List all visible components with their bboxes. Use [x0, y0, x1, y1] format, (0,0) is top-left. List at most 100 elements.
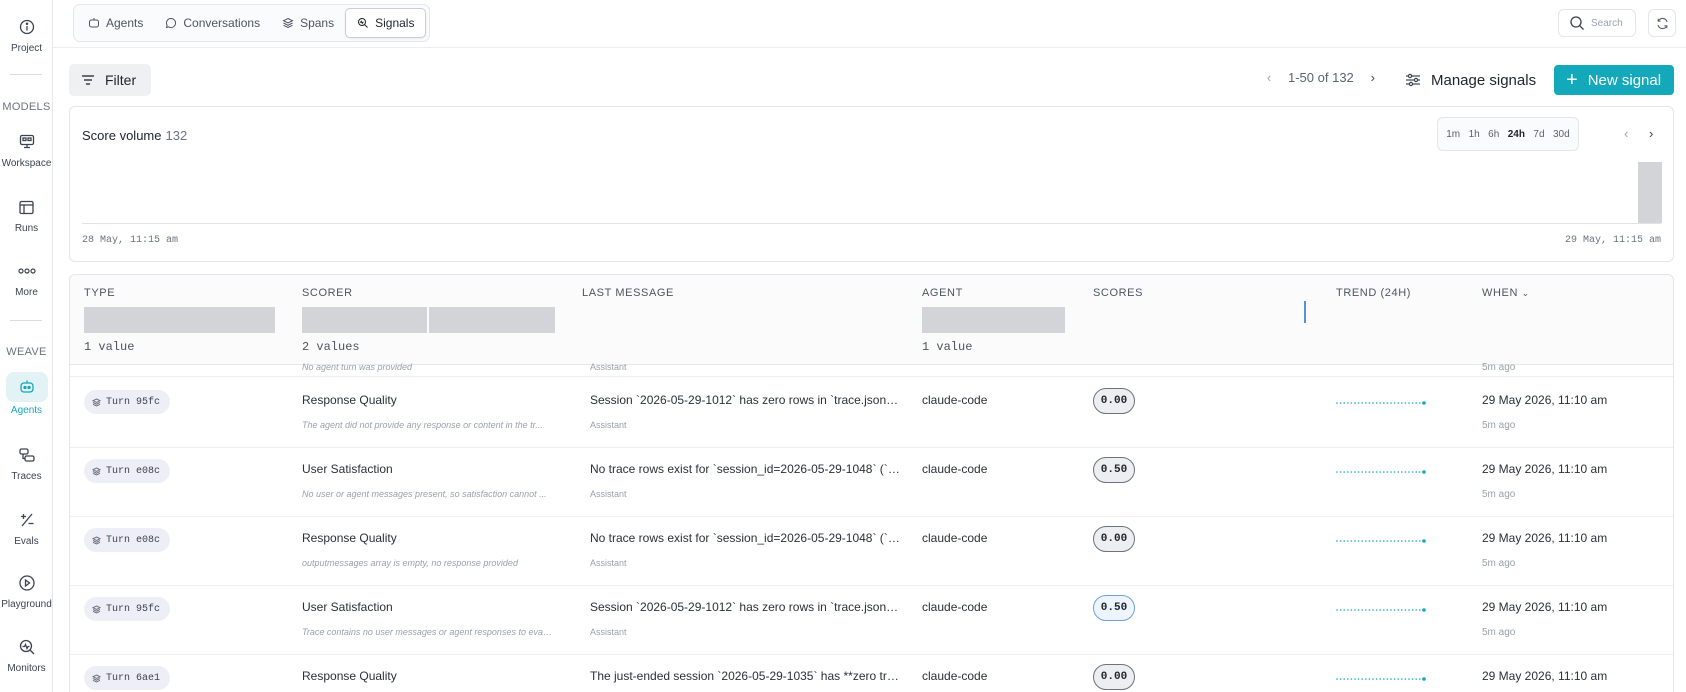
- search-icon: [1570, 16, 1584, 30]
- turn-label: Turn 95fc: [106, 603, 161, 615]
- turn-chip[interactable]: Turn e08c: [84, 528, 171, 552]
- scorer-name: User Satisfaction: [302, 462, 393, 476]
- range-1h[interactable]: 1h: [1467, 126, 1482, 143]
- info-icon: [14, 14, 40, 40]
- col-scorer[interactable]: SCORER: [302, 287, 353, 299]
- rail-label: Workspace: [1, 158, 52, 169]
- rail-item-runs[interactable]: Runs: [0, 194, 53, 234]
- tab-agents[interactable]: Agents: [77, 8, 154, 38]
- new-signal-button[interactable]: + New signal: [1554, 65, 1674, 95]
- range-6h[interactable]: 6h: [1486, 126, 1501, 143]
- score-pill[interactable]: 0.50: [1093, 595, 1135, 621]
- rail-item-monitors[interactable]: Monitors: [0, 634, 53, 674]
- tab-signals[interactable]: Signals: [345, 8, 427, 38]
- divider: [10, 320, 42, 321]
- plus-minus-icon: [14, 507, 40, 533]
- turn-chip[interactable]: Turn 6ae1: [84, 666, 171, 690]
- table-row[interactable]: Turn 6ae1 Response Quality The just-ended …: [70, 654, 1673, 692]
- agent-filter-bar[interactable]: [922, 307, 1065, 333]
- col-when[interactable]: WHEN ⌄: [1482, 287, 1530, 299]
- tab-conversations[interactable]: Conversations: [154, 8, 271, 38]
- next-page-button[interactable]: ›: [1366, 70, 1380, 85]
- rail-item-more[interactable]: More: [0, 258, 53, 298]
- tab-label: Signals: [375, 16, 415, 30]
- turn-chip[interactable]: Turn 95fc: [84, 597, 171, 621]
- scorer-filter-bar[interactable]: [429, 307, 555, 333]
- table-row[interactable]: Turn e08c Response Quality outputmessages …: [70, 516, 1673, 586]
- type-filter-bar[interactable]: [84, 307, 275, 333]
- turn-chip[interactable]: Turn 95fc: [84, 390, 171, 414]
- view-tabs: Agents Conversations Spans Signals: [73, 4, 431, 42]
- scorer-name: User Satisfaction: [302, 600, 393, 614]
- score-pill[interactable]: 0.00: [1093, 388, 1135, 414]
- bot-icon: [5, 372, 48, 402]
- refresh-icon: [1656, 17, 1668, 29]
- score-pill[interactable]: 0.00: [1093, 664, 1135, 690]
- signal-search-icon: [358, 18, 368, 28]
- tab-label: Spans: [300, 16, 335, 30]
- prev-page-button[interactable]: ‹: [1262, 70, 1276, 85]
- agent-value-count: 1 value: [922, 340, 973, 354]
- search-placeholder: Search: [1591, 17, 1623, 29]
- col-scores[interactable]: SCORES: [1093, 287, 1143, 299]
- tab-label: Agents: [106, 16, 144, 30]
- score-pill[interactable]: 0.00: [1093, 526, 1135, 552]
- layers-icon: [282, 17, 294, 29]
- rail-item-project[interactable]: Project: [0, 14, 53, 54]
- col-trend[interactable]: TREND (24H): [1336, 287, 1411, 299]
- refresh-button[interactable]: [1648, 9, 1676, 37]
- rail-item-agents[interactable]: Agents: [0, 372, 53, 416]
- range-1m[interactable]: 1m: [1444, 126, 1462, 143]
- turn-label: Turn 95fc: [106, 396, 161, 408]
- table-row[interactable]: Turn e08c User Satisfaction No user or age…: [70, 447, 1673, 517]
- col-type[interactable]: TYPE: [84, 287, 115, 299]
- range-24h[interactable]: 24h: [1506, 126, 1527, 143]
- when-date: 29 May 2026, 11:10 am: [1482, 393, 1608, 407]
- col-when-label: WHEN: [1482, 287, 1519, 299]
- manage-signals-button[interactable]: Manage signals: [1405, 66, 1536, 94]
- range-30d[interactable]: 30d: [1551, 126, 1572, 143]
- layers-icon: [92, 535, 101, 545]
- col-agent[interactable]: AGENT: [922, 287, 963, 299]
- scorer-filter-bar[interactable]: [302, 307, 427, 333]
- tab-spans[interactable]: Spans: [271, 8, 345, 38]
- rail-item-workspace[interactable]: Workspace: [0, 129, 53, 169]
- manage-label: Manage signals: [1431, 71, 1537, 89]
- workspace-icon: [14, 129, 40, 155]
- agent-name: claude-code: [922, 531, 988, 545]
- layers-icon: [92, 397, 101, 407]
- score-pill[interactable]: 0.50: [1093, 457, 1135, 483]
- scorer-name: Response Quality: [302, 669, 397, 683]
- range-7d[interactable]: 7d: [1531, 126, 1546, 143]
- monitor-search-icon: [14, 634, 40, 660]
- table-row[interactable]: Turn 95fc User Satisfaction Trace contains…: [70, 585, 1673, 655]
- signals-table: TYPE SCORER LAST MESSAGE AGENT SCORES TR…: [69, 274, 1674, 692]
- table-row[interactable]: Turn 95fc Response Quality The agent did n…: [70, 378, 1673, 448]
- bot-icon: [89, 18, 99, 28]
- rail-label: Agents: [10, 405, 43, 416]
- rail-label: Playground: [1, 599, 52, 610]
- trend-sparkline: [1336, 608, 1426, 612]
- filter-button[interactable]: Filter: [69, 64, 151, 96]
- layers-icon: [92, 673, 101, 683]
- rail-item-playground[interactable]: Playground: [0, 570, 53, 610]
- table-row[interactable]: No agent turn was provided Assistant 5m …: [70, 362, 1673, 377]
- score-reason: outputmessages array is empty, no respon…: [302, 558, 518, 568]
- rail-item-evals[interactable]: Evals: [0, 507, 53, 547]
- rail-item-traces[interactable]: Traces: [0, 442, 53, 482]
- search-input[interactable]: Search: [1558, 9, 1636, 37]
- turn-chip[interactable]: Turn e08c: [84, 459, 171, 483]
- chart-baseline: [82, 223, 1661, 224]
- when-date: 29 May 2026, 11:10 am: [1482, 462, 1608, 476]
- rail-label: Runs: [14, 223, 39, 234]
- col-last-message[interactable]: LAST MESSAGE: [582, 287, 674, 299]
- chart-prev-button[interactable]: ‹: [1624, 126, 1628, 141]
- chart-next-button[interactable]: ›: [1649, 126, 1653, 141]
- table-header: TYPE SCORER LAST MESSAGE AGENT SCORES TR…: [70, 275, 1673, 365]
- pagination: ‹ 1-50 of 132 ›: [1262, 70, 1380, 85]
- score-volume-count: 132: [165, 128, 188, 143]
- chart-start-label: 28 May, 11:15 am: [82, 235, 179, 246]
- traces-icon: [14, 442, 40, 468]
- score-filter-tick[interactable]: [1304, 301, 1306, 323]
- pagination-text: 1-50 of 132: [1288, 70, 1354, 85]
